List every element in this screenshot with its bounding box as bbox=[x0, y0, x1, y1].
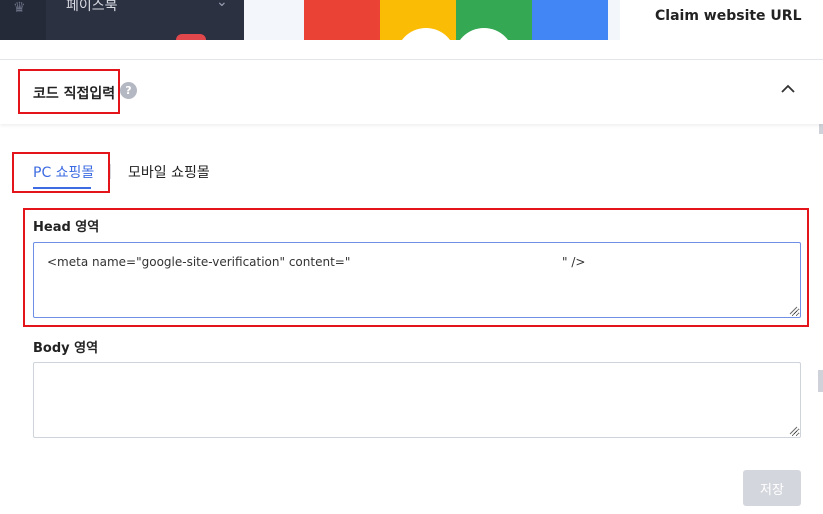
head-code-value-end: " /> bbox=[562, 255, 586, 269]
nav-rail-icon: ♛ bbox=[13, 0, 26, 16]
scrollbar-edge bbox=[818, 370, 823, 392]
section-header[interactable]: 코드 직접입력 ? bbox=[0, 59, 823, 124]
section-title: 코드 직접입력 bbox=[33, 86, 116, 102]
sidebar-item-facebook[interactable]: 페이스북 bbox=[66, 0, 118, 15]
head-area-label: Head 영역 bbox=[33, 220, 100, 235]
head-code-value-start: <meta name="google-site-verification" co… bbox=[47, 255, 351, 269]
nav-rail: ♛ bbox=[0, 0, 46, 40]
resize-grip-icon[interactable] bbox=[789, 426, 798, 435]
code-input-card: 코드 직접입력 ? PC 쇼핑몰 모바일 쇼핑몰 Head 영역 <meta n… bbox=[0, 40, 823, 514]
claim-panel: Claim website URL bbox=[620, 0, 823, 40]
body-area-label: Body 영역 bbox=[33, 341, 99, 356]
background-page: ♛ 페이스북 ⌄ Claim website URL bbox=[0, 0, 823, 40]
chevron-down-icon[interactable]: ⌄ bbox=[216, 0, 228, 10]
tab-divider bbox=[110, 164, 111, 179]
resize-grip-icon[interactable] bbox=[789, 306, 798, 315]
active-tab-indicator bbox=[33, 187, 91, 189]
save-button[interactable]: 저장 bbox=[743, 470, 801, 506]
google-banner-image bbox=[244, 0, 620, 40]
banner-band-red bbox=[304, 0, 380, 40]
sidebar-nav: ♛ 페이스북 ⌄ bbox=[0, 0, 244, 40]
help-icon[interactable]: ? bbox=[120, 82, 137, 99]
body-code-textarea[interactable] bbox=[33, 362, 801, 438]
chevron-up-icon[interactable] bbox=[779, 80, 797, 98]
tab-mobile-shop[interactable]: 모바일 쇼핑몰 bbox=[128, 162, 210, 182]
claim-website-url-label: Claim website URL bbox=[655, 8, 802, 24]
tab-pc-shop[interactable]: PC 쇼핑몰 bbox=[33, 162, 94, 182]
head-code-textarea[interactable]: <meta name="google-site-verification" co… bbox=[33, 242, 801, 318]
banner-band-blue bbox=[532, 0, 608, 40]
